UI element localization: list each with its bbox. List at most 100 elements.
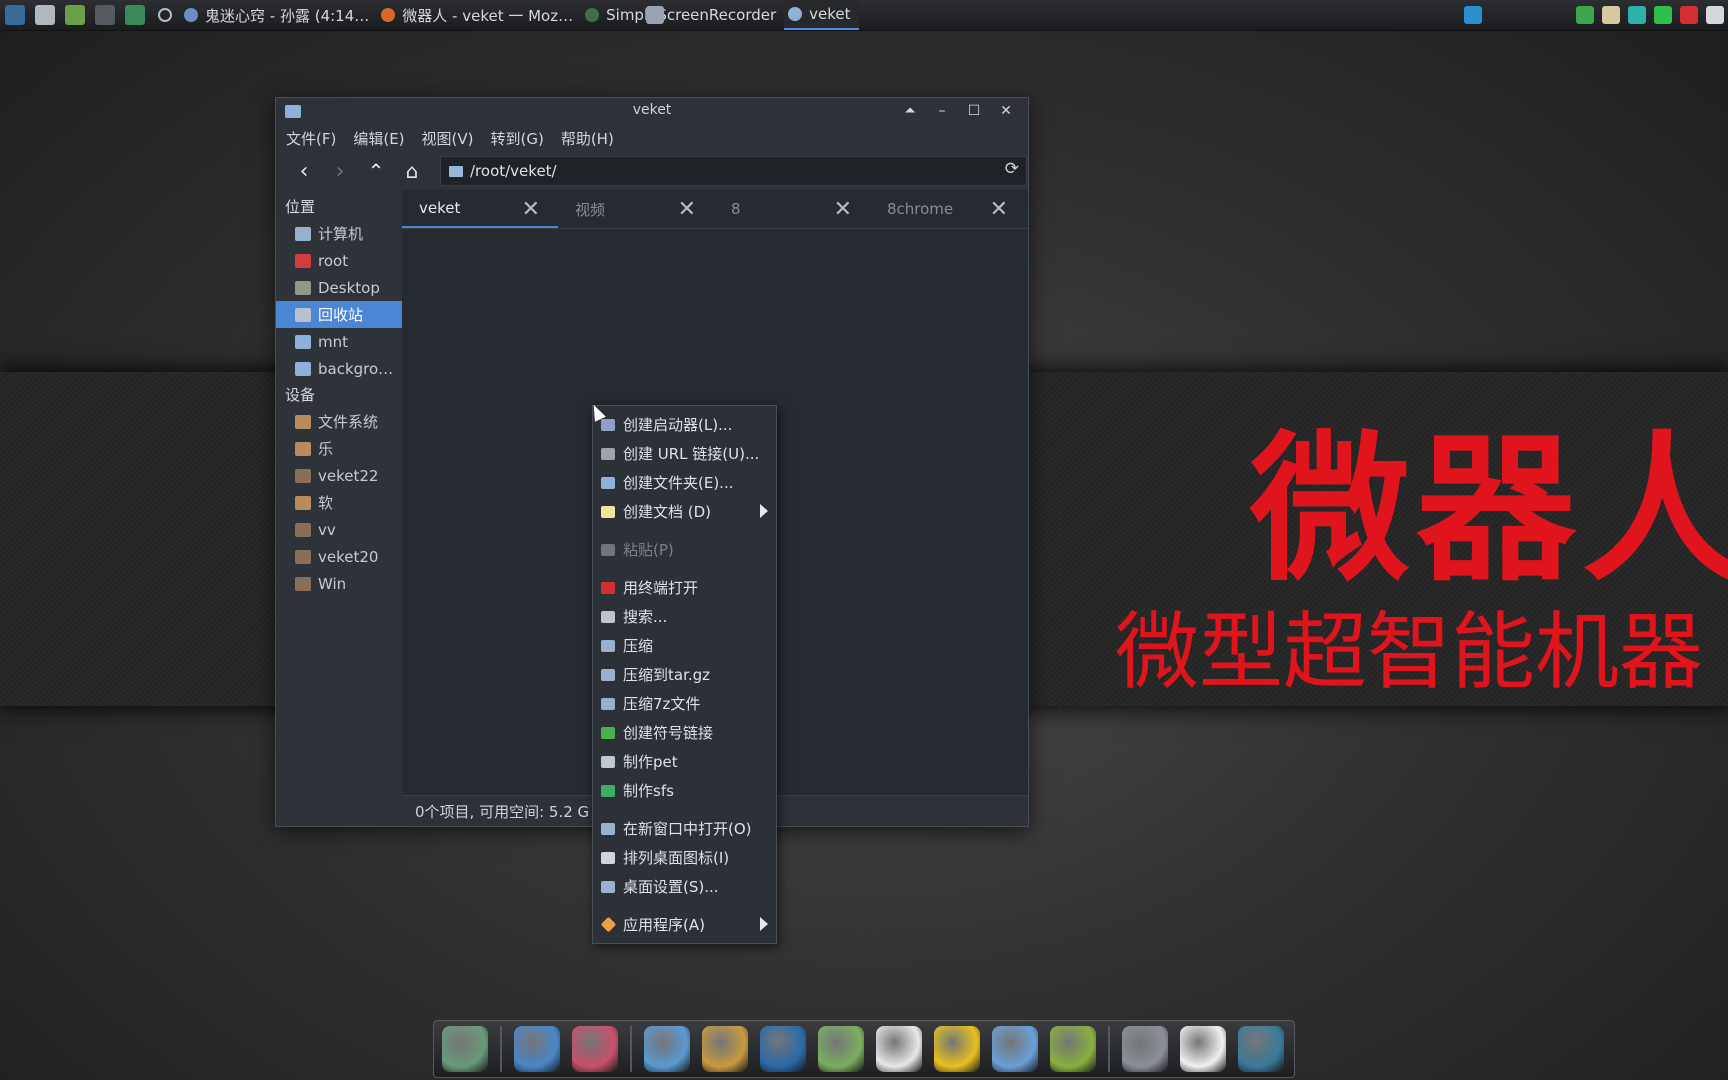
tab-label: 视频 — [575, 200, 606, 219]
close-tab-icon[interactable]: ✕ — [522, 197, 540, 222]
close-tab-icon[interactable]: ✕ — [678, 197, 696, 222]
sidebar-place-item[interactable]: root — [276, 247, 402, 274]
sidebar-place-item[interactable]: 回收站 — [276, 301, 402, 328]
launcher-4[interactable] — [120, 0, 150, 30]
network-monitor-icon[interactable] — [1464, 6, 1482, 24]
launcher-1[interactable] — [30, 0, 60, 30]
side-pane: 位置 计算机 root Desktop 回收站 mnt backgro… 设备 文件系统乐… — [276, 190, 402, 826]
context-menu-item[interactable]: 压缩7z文件 — [593, 689, 776, 718]
sidebar-device-item[interactable]: 乐 — [276, 435, 402, 462]
keyboard-icon[interactable] — [1706, 6, 1724, 24]
folder-icon — [601, 476, 615, 489]
task-label: veket — [809, 5, 851, 23]
minimize-button[interactable]: – — [926, 101, 958, 121]
sidebar-place-item[interactable]: mnt — [276, 328, 402, 355]
context-menu-item[interactable]: 创建启动器(L)... — [593, 410, 776, 439]
sidebar-device-item[interactable]: veket22 — [276, 462, 402, 489]
launcher-5[interactable] — [150, 0, 180, 30]
notes-dock-icon[interactable] — [934, 1026, 980, 1072]
menu-help[interactable]: 帮助(H) — [561, 128, 614, 149]
sidebar-device-item[interactable]: vv — [276, 516, 402, 543]
context-menu-item[interactable]: 创建 URL 链接(U)... — [593, 439, 776, 468]
globe-dock-icon[interactable] — [1238, 1026, 1284, 1072]
sidebar-device-item[interactable]: 软 — [276, 489, 402, 516]
maximize-button[interactable]: ☐ — [958, 101, 990, 121]
network-icon[interactable] — [1628, 6, 1646, 24]
menu-go[interactable]: 转到(G) — [491, 128, 544, 149]
context-menu-item[interactable]: 桌面设置(S)... — [593, 872, 776, 901]
context-menu-item[interactable]: 搜索... — [593, 602, 776, 631]
launcher-3[interactable] — [90, 0, 120, 30]
context-menu-item[interactable]: 制作sfs — [593, 776, 776, 805]
sidebar-item-label: backgro… — [318, 359, 394, 378]
up-button[interactable]: ⌃ — [358, 156, 394, 186]
drive-icon — [295, 522, 311, 537]
shade-button[interactable]: ⏶ — [894, 101, 926, 121]
tab-0[interactable]: veket ✕ — [402, 190, 558, 228]
home-button[interactable]: ⌂ — [394, 156, 430, 186]
task-button-3[interactable]: veket — [784, 0, 859, 30]
close-tab-icon[interactable]: ✕ — [990, 197, 1008, 222]
context-menu-item[interactable]: 创建符号链接 — [593, 718, 776, 747]
sidebar-item-label: 文件系统 — [318, 413, 379, 431]
task-button-2[interactable]: SimpleScreenRecorder — [581, 0, 784, 30]
power-icon[interactable] — [1680, 6, 1698, 24]
menu-edit[interactable]: 编辑(E) — [353, 128, 404, 149]
clipboard-icon[interactable] — [1602, 6, 1620, 24]
context-menu-item[interactable]: 用终端打开 — [593, 573, 776, 602]
drive-icon — [295, 576, 311, 591]
home-icon: ⌂ — [405, 159, 419, 183]
close-button[interactable]: ✕ — [990, 101, 1022, 121]
launcher-2[interactable] — [60, 0, 90, 30]
users-dock-icon[interactable] — [818, 1026, 864, 1072]
brightness-dock-icon[interactable] — [1180, 1026, 1226, 1072]
monitor-dock-icon[interactable] — [514, 1026, 560, 1072]
context-menu-item[interactable]: 排列桌面图标(I) — [593, 843, 776, 872]
path-bar[interactable]: /root/veket/ ⟳ — [440, 156, 1027, 186]
sidebar-device-item[interactable]: Win — [276, 570, 402, 597]
shield-icon[interactable] — [1576, 6, 1594, 24]
menu-view[interactable]: 视图(V) — [422, 128, 474, 149]
sidebar-place-item[interactable]: 计算机 — [276, 220, 402, 247]
sidebar-device-item[interactable]: veket20 — [276, 543, 402, 570]
tab-2[interactable]: 8 ✕ — [714, 190, 870, 228]
context-menu-item[interactable]: 在新窗口中打开(O) — [593, 814, 776, 843]
paint-dock-icon[interactable] — [702, 1026, 748, 1072]
context-menu-item[interactable]: 应用程序(A) — [593, 910, 776, 939]
qq-dock-icon[interactable] — [876, 1026, 922, 1072]
menu-separator — [593, 564, 776, 573]
context-menu-item[interactable]: 压缩 — [593, 631, 776, 660]
drive-icon — [295, 414, 311, 429]
task-button-1[interactable]: 微器人 - veket 一 Moz… — [377, 0, 581, 30]
context-menu-item[interactable]: 制作pet — [593, 747, 776, 776]
launcher-0[interactable] — [0, 0, 30, 30]
task-button-0[interactable]: 鬼迷心窍 - 孙露 (4:14… — [180, 0, 377, 30]
chart-dock-icon[interactable] — [992, 1026, 1038, 1072]
tab-3[interactable]: 8chrome ✕ — [870, 190, 1026, 228]
forward-button[interactable]: › — [322, 156, 358, 186]
reload-icon[interactable]: ⟳ — [1005, 159, 1019, 179]
context-menu-item[interactable]: 创建文档 (D) — [593, 497, 776, 526]
window-icon[interactable] — [646, 6, 664, 24]
recorder-icon — [585, 8, 600, 22]
close-tab-icon[interactable]: ✕ — [834, 197, 852, 222]
editor-dock-icon[interactable] — [644, 1026, 690, 1072]
context-menu-item[interactable]: 压缩到tar.gz — [593, 660, 776, 689]
sidebar-place-item[interactable]: backgro… — [276, 355, 402, 382]
sidebar-device-item[interactable]: 文件系统 — [276, 408, 402, 435]
battery-icon[interactable] — [1654, 6, 1672, 24]
menu-file[interactable]: 文件(F) — [286, 128, 336, 149]
archive-icon — [601, 668, 615, 681]
task-label: SimpleScreenRecorder — [606, 6, 777, 24]
drive-dock-icon[interactable] — [1122, 1026, 1168, 1072]
submenu-arrow-icon — [760, 504, 768, 518]
media-player-dock-icon[interactable] — [760, 1026, 806, 1072]
sidebar-place-item[interactable]: Desktop — [276, 274, 402, 301]
firefox-dock-icon[interactable] — [572, 1026, 618, 1072]
back-button[interactable]: ‹ — [286, 156, 322, 186]
file-manager-dock-icon[interactable] — [442, 1026, 488, 1072]
title-bar[interactable]: veket ⏶ – ☐ ✕ — [276, 98, 1028, 124]
tab-1[interactable]: 视频 ✕ — [558, 190, 714, 228]
context-menu-item[interactable]: 创建文件夹(E)... — [593, 468, 776, 497]
help-dock-icon[interactable] — [1050, 1026, 1096, 1072]
